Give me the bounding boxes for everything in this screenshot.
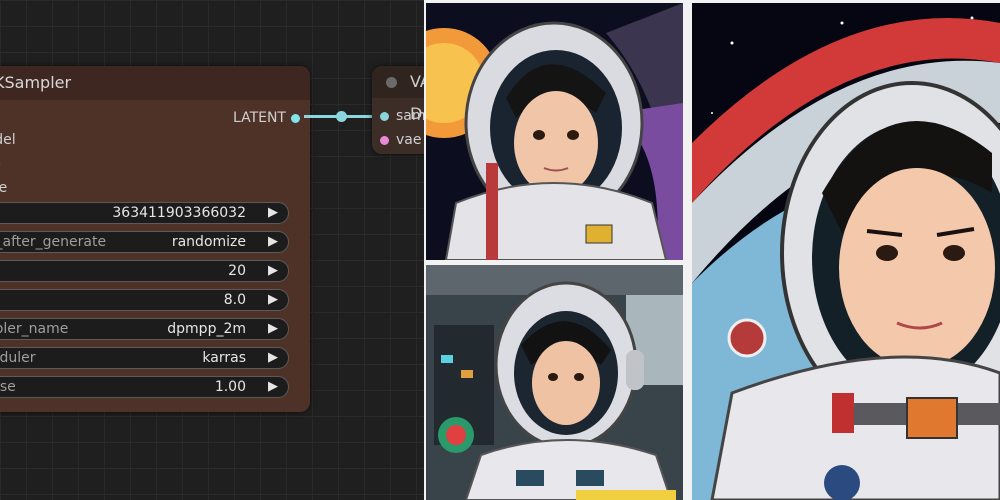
widget-name: sampler_name: [0, 321, 69, 337]
vae-input-slot[interactable]: [380, 136, 389, 145]
grid-gutter: [683, 0, 692, 500]
widget-value: 363411903366032: [112, 205, 246, 221]
widget-name: control_after_generate: [0, 234, 107, 250]
widget-value: randomize: [171, 234, 246, 250]
increment-arrow-icon[interactable]: ▶: [268, 263, 278, 278]
astronaut-closeup-image[interactable]: [692, 3, 1000, 500]
widget-value: dpmpp_2m: [167, 321, 246, 337]
latent-output-label: LATENT: [232, 110, 286, 126]
scheduler-widget[interactable]: scheduler karras ▶: [0, 347, 289, 369]
widget-value: karras: [202, 350, 246, 366]
increment-arrow-icon[interactable]: ▶: [268, 234, 278, 249]
collapse-dot-icon[interactable]: [386, 77, 397, 88]
input-model-label: model: [0, 132, 16, 148]
increment-arrow-icon[interactable]: ▶: [268, 205, 278, 220]
control-after-generate-widget[interactable]: control_after_generate randomize ▶: [0, 231, 289, 253]
widget-name: scheduler: [0, 350, 36, 366]
seed-widget[interactable]: seed 363411903366032 ▶: [0, 202, 289, 224]
denoise-widget[interactable]: denoise 1.00 ▶: [0, 376, 289, 398]
samples-input-label: samples: [396, 108, 424, 124]
input-negative-label: negative: [0, 180, 8, 196]
ksampler-title[interactable]: KSampler: [0, 66, 310, 100]
vae-input-label: vae: [396, 132, 422, 148]
link-midpoint-handle[interactable]: [336, 111, 347, 122]
widget-name: denoise: [0, 379, 16, 395]
input-positive-label: positive: [0, 156, 1, 172]
steps-widget[interactable]: steps 20 ▶: [0, 260, 289, 282]
node-graph-canvas[interactable]: KSampler LATENT model positive negative …: [0, 0, 424, 500]
ksampler-node[interactable]: KSampler LATENT model positive negative …: [0, 66, 310, 412]
latent-output-slot[interactable]: [290, 113, 301, 124]
increment-arrow-icon[interactable]: ▶: [268, 292, 278, 307]
increment-arrow-icon[interactable]: ▶: [268, 379, 278, 394]
vae-decode-node[interactable]: VAE Decode samples vae: [372, 66, 424, 154]
increment-arrow-icon[interactable]: ▶: [268, 321, 278, 336]
astronaut-cockpit-image[interactable]: [426, 265, 683, 500]
widget-value: 1.00: [214, 379, 246, 395]
widget-value: 8.0: [223, 292, 246, 308]
sampler-name-widget[interactable]: sampler_name dpmpp_2m ▶: [0, 318, 289, 340]
increment-arrow-icon[interactable]: ▶: [268, 350, 278, 365]
widget-value: 20: [228, 263, 246, 279]
samples-input-slot[interactable]: [380, 112, 389, 121]
astronaut-portrait-planet-image[interactable]: [426, 3, 683, 260]
cfg-widget[interactable]: cfg 8.0 ▶: [0, 289, 289, 311]
